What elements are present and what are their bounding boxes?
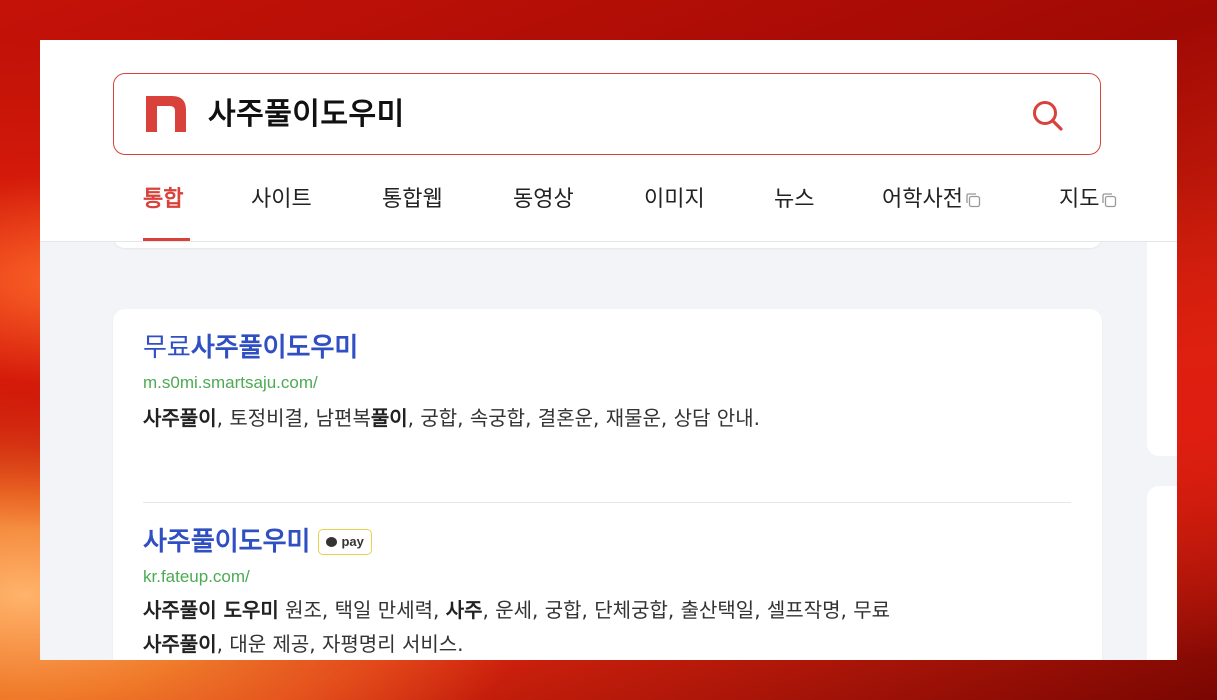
tab-integrated[interactable]: 통합 xyxy=(143,184,183,216)
result-title-keyword: 사주풀이도우미 xyxy=(143,527,311,557)
result-title-link[interactable]: 사주풀이도우미 pay xyxy=(143,525,1071,559)
desc-text: 원조, 택일 만세력, xyxy=(278,598,446,622)
desc-keyword: 사주풀이 xyxy=(143,406,217,430)
result-description: 사주풀이, 토정비결, 남편복풀이, 궁합, 속궁합, 결혼운, 재물운, 상담… xyxy=(143,401,1071,435)
search-tabs: 통합 사이트 통합웹 동영상 이미지 뉴스 어학사전 지도 xyxy=(40,180,1177,241)
search-input[interactable]: 사주풀이도우미 xyxy=(208,96,405,134)
result-title-link[interactable]: 무료사주풀이도우미 xyxy=(143,331,1071,365)
result-title-prefix: 무료 xyxy=(143,333,191,363)
tab-video[interactable]: 동영상 xyxy=(513,184,574,216)
naver-logo-icon[interactable] xyxy=(146,96,186,132)
web-results-card: 무료사주풀이도우미 m.s0mi.smartsaju.com/ 사주풀이, 토정… xyxy=(113,309,1102,660)
active-tab-indicator xyxy=(143,238,190,241)
external-window-icon xyxy=(966,193,981,208)
result-divider xyxy=(143,502,1071,503)
browser-content: 사주풀이도우미 통합 사이트 통합웹 동영상 이미지 뉴스 어학사전 지도 무료… xyxy=(40,40,1177,660)
result-url[interactable]: kr.fateup.com/ xyxy=(143,565,1071,589)
result-description: 사주풀이, 대운 제공, 자평명리 서비스. xyxy=(143,627,1071,660)
result-title-keyword: 사주풀이도우미 xyxy=(190,333,359,363)
result-description: 사주풀이 도우미 원조, 택일 만세력, 사주, 운세, 궁합, 단체궁합, 출… xyxy=(143,593,1071,627)
desc-text: , 운세, 궁합, 단체궁합, 출산택일, 셀프작명, 무료 xyxy=(482,598,891,622)
pay-badge: pay xyxy=(318,529,372,555)
desc-text: , 대운 제공, 자평명리 서비스. xyxy=(216,632,464,656)
tab-dictionary[interactable]: 어학사전 xyxy=(882,184,981,216)
tab-dictionary-label: 어학사전 xyxy=(882,187,963,212)
desc-keyword: 사주풀이 xyxy=(143,632,217,656)
external-window-icon xyxy=(1102,193,1117,208)
pay-badge-label: pay xyxy=(341,534,364,549)
result-url[interactable]: m.s0mi.smartsaju.com/ xyxy=(143,371,1071,395)
side-panel-card xyxy=(1147,486,1177,660)
tab-news[interactable]: 뉴스 xyxy=(774,184,814,216)
search-result: 사주풀이도우미 pay kr.fateup.com/ 사주풀이 도우미 원조, 택… xyxy=(143,525,1071,660)
tab-site[interactable]: 사이트 xyxy=(251,184,312,216)
tab-image[interactable]: 이미지 xyxy=(644,184,705,216)
desc-keyword: 사주풀이 도우미 xyxy=(143,598,279,622)
tab-integrated-web[interactable]: 통합웹 xyxy=(382,184,443,216)
search-box[interactable]: 사주풀이도우미 xyxy=(113,73,1101,155)
speech-bubble-icon xyxy=(326,537,338,547)
search-header: 사주풀이도우미 통합 사이트 통합웹 동영상 이미지 뉴스 어학사전 지도 xyxy=(40,40,1177,242)
search-result: 무료사주풀이도우미 m.s0mi.smartsaju.com/ 사주풀이, 토정… xyxy=(143,331,1071,435)
desc-text: , 토정비결, 남편복 xyxy=(216,406,371,430)
desc-text: , 궁합, 속궁합, 결혼운, 재물운, 상담 안내. xyxy=(407,406,760,430)
side-panel-card xyxy=(1147,242,1177,456)
desc-keyword: 풀이 xyxy=(370,406,408,430)
tab-map-label: 지도 xyxy=(1059,187,1100,212)
tab-map[interactable]: 지도 xyxy=(1059,184,1117,216)
desc-keyword: 사주 xyxy=(445,598,483,622)
search-icon[interactable] xyxy=(1030,98,1066,134)
